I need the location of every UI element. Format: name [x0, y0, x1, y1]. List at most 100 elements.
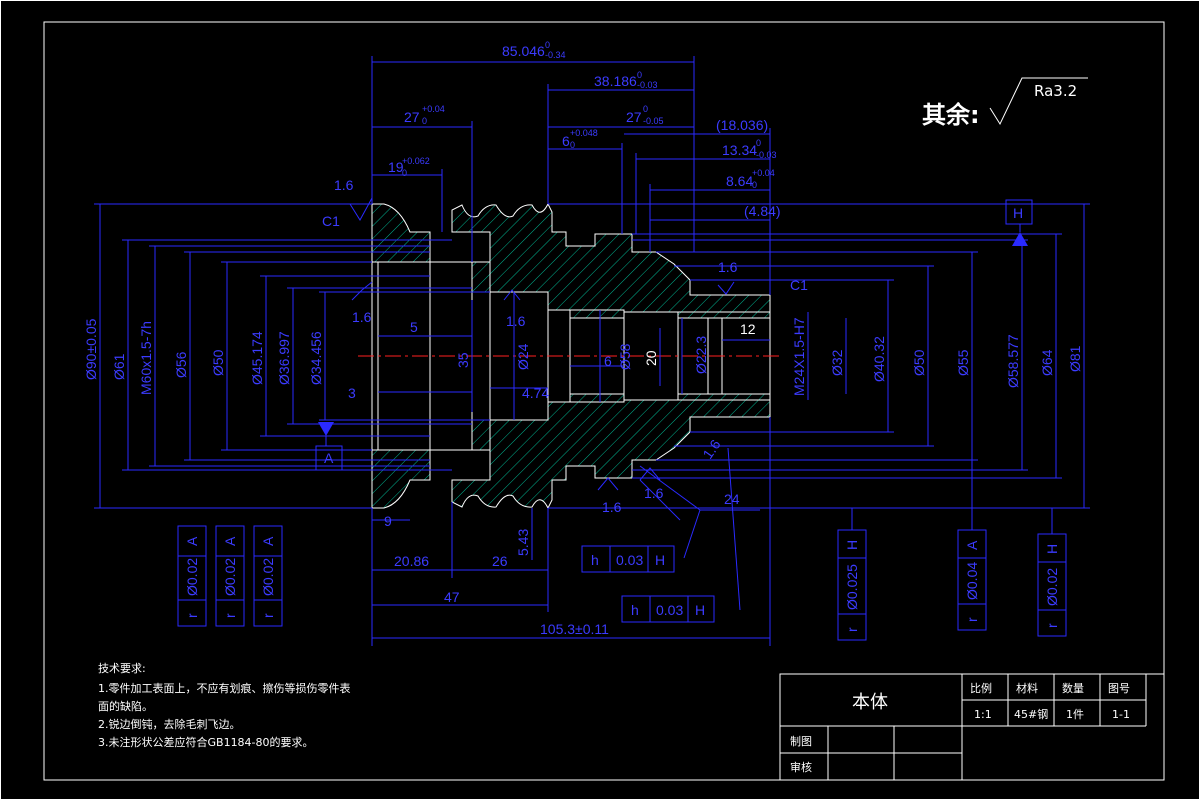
dim-right-4: Ø55: [955, 349, 971, 376]
dim-inner-3: 3: [348, 385, 356, 401]
dim-inner-474: 4.74: [522, 385, 549, 401]
dim-inner-24: Ø24: [515, 343, 531, 370]
tol-frame-left-2: A Ø0.02 r: [215, 525, 245, 627]
dim-27-right-tol-low: -0.05: [643, 116, 664, 126]
upper-section: [371, 202, 771, 319]
tolerance-frames-flat: h 0.03 H h 0.03 H: [581, 545, 715, 623]
dim-left-4: Ø50: [210, 349, 226, 376]
dim-inner-6: 6: [604, 353, 612, 369]
notes-title: 技术要求:: [98, 662, 146, 675]
svg-text:H: H: [655, 552, 665, 568]
dim-top-tol-low: -0.34: [545, 50, 566, 60]
svg-text:r: r: [844, 627, 860, 632]
dim-right-6: Ø64: [1039, 349, 1055, 376]
dim-864: 8.64: [726, 173, 753, 189]
dim-6-tol-up: +0.048: [570, 128, 598, 138]
surface-finish: 其余: Ra3.2: [922, 77, 1088, 129]
dim-19-tol-low: 0: [402, 168, 407, 178]
notes-line-4: 3.未注形状公差应符合GB1184-80的要求。: [98, 735, 314, 749]
dim-1334-tol-up: 0: [756, 138, 761, 148]
datum-h-letter: H: [1013, 205, 1023, 221]
dim-inner-35: 35: [455, 352, 471, 368]
svg-text:H: H: [695, 602, 705, 618]
svg-text:r: r: [964, 617, 980, 622]
header-drawing-no: 图号: [1108, 682, 1130, 695]
svg-text:Ø0.04: Ø0.04: [964, 562, 980, 600]
notes-line-3: 2.锐边倒钝，去除毛刺飞边。: [98, 717, 241, 731]
tolerance-frames-left: A Ø0.02 r A Ø0.02 r A Ø0.02 r: [177, 525, 283, 627]
dim-right-2: Ø40.32: [871, 336, 887, 382]
dim-inner-223: Ø22.3: [693, 336, 709, 374]
svg-text:h: h: [631, 602, 639, 618]
dim-inner-5: 5: [410, 319, 418, 335]
svg-text:A: A: [184, 536, 200, 546]
tol-frame-right-3: H Ø0.02 r: [1037, 533, 1067, 637]
dim-38-tol-low: -0.03: [637, 80, 658, 90]
svg-text:r: r: [260, 613, 276, 618]
dim-484: (4.84): [744, 203, 781, 219]
dim-inner-20: 20: [643, 350, 659, 366]
svg-text:Ø0.02: Ø0.02: [1044, 568, 1060, 606]
value-drawing-no: 1-1: [1112, 708, 1130, 721]
dim-27-right: 27: [626, 109, 642, 125]
dim-38-tol-up: 0: [637, 70, 642, 80]
header-scale: 比例: [970, 681, 992, 695]
svg-text:r: r: [184, 613, 200, 618]
checked-label: 审核: [790, 760, 812, 774]
dim-left-5: Ø45.174: [249, 331, 265, 385]
engineering-drawing: 其余: Ra3.2 85.046 0 -0.34 38.186 0 -0.03 …: [0, 0, 1200, 800]
dim-27-left: 27: [404, 109, 420, 125]
notes-line-1: 1.零件加工表面上，不应有划痕、擦伤等损伤零件表: [98, 681, 351, 695]
dim-right-3: Ø50: [911, 349, 927, 376]
dim-left-1: Ø61: [111, 353, 127, 380]
roughness-3: 1.6: [506, 313, 526, 329]
svg-text:r: r: [222, 613, 238, 618]
drawn-label: 制图: [790, 735, 812, 748]
dim-bottom-26: 26: [492, 553, 508, 569]
svg-text:0.03: 0.03: [656, 602, 683, 618]
surface-finish-value: Ra3.2: [1034, 82, 1077, 100]
dim-1334-tol-low: -0.03: [756, 150, 777, 160]
dim-19-tol-up: +0.062: [402, 156, 430, 166]
notes-line-2: 面的缺陷。: [98, 699, 153, 713]
header-material: 材料: [1016, 681, 1038, 695]
svg-text:H: H: [1044, 544, 1060, 554]
dimension-texts: 85.046 0 -0.34 38.186 0 -0.03 27 +0.04 0…: [83, 40, 1083, 637]
chamfer-left: C1: [322, 213, 340, 229]
svg-text:Ø0.025: Ø0.025: [844, 564, 860, 610]
roughness-1: 1.6: [334, 177, 354, 193]
dim-1334: 13.34: [722, 142, 757, 158]
tol-frame-right-1: H Ø0.025 r: [837, 529, 867, 641]
dim-left-2: M60x1.5-7h: [138, 321, 154, 395]
dim-left-6: Ø36.997: [276, 331, 292, 385]
dim-right-5: Ø58.577: [1005, 334, 1021, 388]
header-quantity: 数量: [1062, 682, 1084, 695]
roughness-5: 1.6: [602, 499, 622, 515]
svg-text:A: A: [964, 540, 980, 550]
part-name: 本体: [852, 692, 888, 713]
svg-text:A: A: [260, 536, 276, 546]
technical-notes: 技术要求: 1.零件加工表面上，不应有划痕、擦伤等损伤零件表 面的缺陷。 2.锐…: [98, 662, 351, 749]
dim-38: 38.186: [594, 73, 637, 89]
svg-text:Ø0.02: Ø0.02: [260, 558, 276, 596]
dim-bottom-24: 24: [724, 491, 740, 507]
tol-frame-right-2: A Ø0.04 r: [957, 529, 987, 631]
dim-bottom-overall: 105.3±0.11: [540, 621, 609, 637]
dim-bottom-9: 9: [384, 513, 392, 529]
roughness-7: 1.6: [699, 436, 723, 461]
dim-left-7: Ø34.456: [308, 331, 324, 385]
dim-top-tol-up: 0: [545, 40, 550, 50]
value-material: 45#钢: [1014, 708, 1048, 721]
tolerance-frames-right: H Ø0.025 r A Ø0.04 r H Ø0.02 r: [837, 460, 1067, 641]
svg-text:Ø0.02: Ø0.02: [222, 558, 238, 596]
svg-text:0.03: 0.03: [616, 552, 643, 568]
dim-27-right-tol-up: 0: [643, 104, 648, 114]
dim-bottom-47: 47: [444, 589, 460, 605]
tol-frame-left-3: A Ø0.02 r: [253, 525, 283, 627]
dim-bottom-543: 5.43: [515, 529, 531, 556]
dim-inner-58: Ø58: [617, 343, 633, 370]
dim-bottom-2086: 20.86: [394, 553, 429, 569]
flat-frame-1: h 0.03 H: [581, 545, 675, 573]
tol-frame-left-1: A Ø0.02 r: [177, 525, 207, 627]
title-block: 本体 比例 材料 数量 图号 1:1 45#钢 1件 1-1 制图 审核: [779, 673, 1165, 781]
